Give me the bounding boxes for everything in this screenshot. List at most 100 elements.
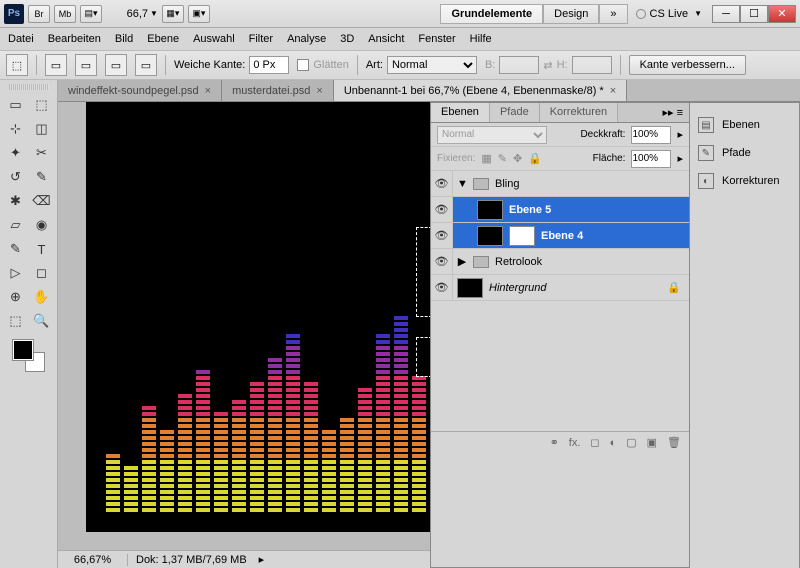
tool-19[interactable]: 🔍: [30, 310, 54, 332]
doc-tab[interactable]: Unbenannt-1 bei 66,7% (Ebene 4, Ebenenma…: [334, 80, 627, 101]
layer-row[interactable]: 👁Ebene 4: [431, 223, 689, 249]
tool-1[interactable]: ⬚: [30, 94, 54, 116]
bridge-button[interactable]: Br: [28, 5, 50, 23]
minimize-button[interactable]: ─: [712, 5, 740, 23]
menu-filter[interactable]: Filter: [249, 33, 273, 45]
tool-0[interactable]: ▭: [4, 94, 28, 116]
menu-datei[interactable]: Datei: [8, 33, 34, 45]
fg-color[interactable]: [13, 340, 33, 360]
panel-menu[interactable]: ▸▸ ≡: [656, 103, 689, 122]
link-icon[interactable]: ⚭: [550, 436, 559, 449]
antialias-checkbox[interactable]: [297, 59, 309, 71]
tool-8[interactable]: ✱: [4, 190, 28, 212]
tool-4[interactable]: ✦: [4, 142, 28, 164]
trash-icon[interactable]: 🗑: [667, 436, 681, 449]
workspace-design[interactable]: Design: [543, 4, 599, 24]
tool-13[interactable]: T: [30, 238, 54, 260]
tool-2[interactable]: ⊹: [4, 118, 28, 140]
visibility-icon[interactable]: 👁: [431, 171, 453, 196]
cslive-button[interactable]: CS Live▼: [636, 8, 702, 20]
tool-14[interactable]: ▷: [4, 262, 28, 284]
tool-15[interactable]: ◻: [30, 262, 54, 284]
close-button[interactable]: ✕: [768, 5, 796, 23]
side-ebenen[interactable]: ▤Ebenen: [696, 111, 793, 139]
tool-12[interactable]: ✎: [4, 238, 28, 260]
visibility-icon[interactable]: 👁: [431, 275, 453, 300]
menu-auswahl[interactable]: Auswahl: [193, 33, 235, 45]
tool-10[interactable]: ▱: [4, 214, 28, 236]
tool-9[interactable]: ⌫: [30, 190, 54, 212]
lock-trans-icon[interactable]: ▦: [481, 152, 491, 165]
zoom-value[interactable]: [108, 8, 148, 20]
style-select[interactable]: Normal: [387, 56, 477, 74]
refine-edge-button[interactable]: Kante verbessern...: [629, 55, 746, 75]
minibridge-button[interactable]: Mb: [54, 5, 76, 23]
tab-korrekturen[interactable]: Korrekturen: [540, 103, 618, 122]
lock-all-icon[interactable]: 🔒: [528, 152, 542, 165]
close-icon[interactable]: ×: [316, 85, 322, 97]
menu-fenster[interactable]: Fenster: [418, 33, 455, 45]
menu-analyse[interactable]: Analyse: [287, 33, 326, 45]
color-swatches[interactable]: [13, 340, 45, 372]
layer-row[interactable]: 👁▶Retrolook: [431, 249, 689, 275]
sel-new[interactable]: ▭: [45, 54, 67, 76]
sel-add[interactable]: ▭: [75, 54, 97, 76]
visibility-icon[interactable]: 👁: [431, 249, 453, 274]
workspace-more[interactable]: »: [599, 4, 627, 24]
close-icon[interactable]: ×: [610, 85, 616, 97]
tool-17[interactable]: ✋: [30, 286, 54, 308]
canvas[interactable]: [86, 102, 466, 532]
fold-icon[interactable]: ▼: [457, 178, 467, 190]
tab-pfade[interactable]: Pfade: [490, 103, 540, 122]
layer-row[interactable]: 👁Hintergrund🔒: [431, 275, 689, 301]
fold-icon[interactable]: ▶: [457, 255, 467, 268]
close-icon[interactable]: ×: [205, 85, 211, 97]
panel-grip[interactable]: [9, 84, 49, 90]
menu-bild[interactable]: Bild: [115, 33, 133, 45]
status-zoom[interactable]: 66,67%: [58, 554, 128, 566]
sel-int[interactable]: ▭: [135, 54, 157, 76]
layer-row[interactable]: 👁Ebene 5: [431, 197, 689, 223]
menu-ansicht[interactable]: Ansicht: [368, 33, 404, 45]
fx-icon[interactable]: fx.: [569, 437, 581, 449]
tool-preset[interactable]: ⬚: [6, 54, 28, 76]
tool-5[interactable]: ✂: [30, 142, 54, 164]
screen-button[interactable]: ▣▾: [188, 5, 210, 23]
side-korrekturen[interactable]: ◐Korrekturen: [696, 167, 793, 195]
visibility-icon[interactable]: 👁: [431, 197, 453, 222]
tool-6[interactable]: ↺: [4, 166, 28, 188]
doc-tab[interactable]: musterdatei.psd×: [222, 80, 334, 101]
tool-3[interactable]: ◫: [30, 118, 54, 140]
workspace-grundelemente[interactable]: Grundelemente: [440, 4, 543, 24]
tab-ebenen[interactable]: Ebenen: [431, 103, 490, 122]
tool-11[interactable]: ◉: [30, 214, 54, 236]
layer-thumb[interactable]: [477, 200, 503, 220]
arrange-button[interactable]: ▦▾: [162, 5, 184, 23]
tool-18[interactable]: ⬚: [4, 310, 28, 332]
layout-button[interactable]: ▤▾: [80, 5, 102, 23]
tool-7[interactable]: ✎: [30, 166, 54, 188]
menu-3d[interactable]: 3D: [340, 33, 354, 45]
layer-row[interactable]: 👁▼Bling: [431, 171, 689, 197]
feather-input[interactable]: [249, 56, 289, 74]
opacity-input[interactable]: [631, 126, 671, 144]
zoom-dropdown[interactable]: ▼: [108, 8, 158, 20]
new-icon[interactable]: ▣: [647, 436, 657, 449]
tool-16[interactable]: ⊕: [4, 286, 28, 308]
fill-input[interactable]: [631, 150, 671, 168]
doc-tab[interactable]: windeffekt-soundpegel.psd×: [58, 80, 222, 101]
menu-bearbeiten[interactable]: Bearbeiten: [48, 33, 101, 45]
menu-hilfe[interactable]: Hilfe: [470, 33, 492, 45]
sel-sub[interactable]: ▭: [105, 54, 127, 76]
folder-icon[interactable]: ▢: [626, 436, 636, 449]
layer-thumb[interactable]: [457, 278, 483, 298]
lock-pos-icon[interactable]: ✥: [513, 152, 522, 165]
menu-ebene[interactable]: Ebene: [147, 33, 179, 45]
side-pfade[interactable]: ✎Pfade: [696, 139, 793, 167]
mask-thumb[interactable]: [509, 226, 535, 246]
visibility-icon[interactable]: 👁: [431, 223, 453, 248]
lock-pixel-icon[interactable]: ✎: [498, 152, 507, 165]
adjust-icon[interactable]: ◐: [610, 437, 617, 449]
mask-icon[interactable]: ◻: [590, 436, 599, 449]
maximize-button[interactable]: ☐: [740, 5, 768, 23]
